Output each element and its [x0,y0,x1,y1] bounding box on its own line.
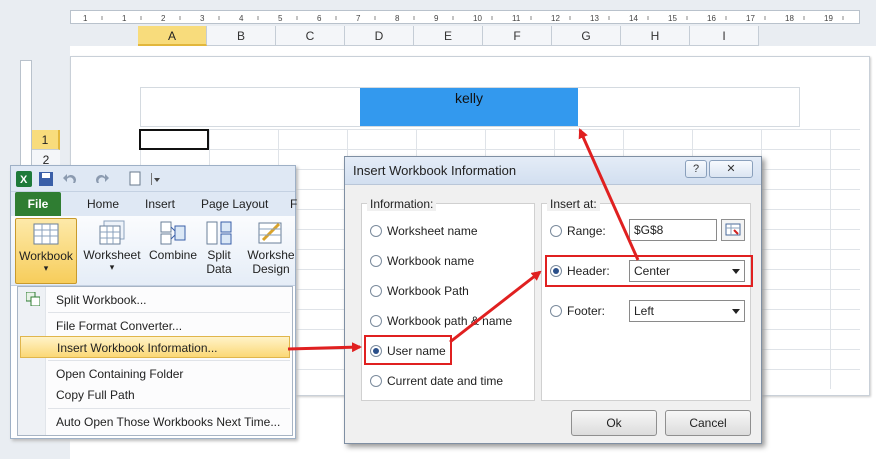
arrow-menu-to-username [287,342,362,353]
arrow-header-to-cell [578,128,640,261]
arrow-username-to-header [449,270,542,344]
annotation-arrows [287,128,640,353]
